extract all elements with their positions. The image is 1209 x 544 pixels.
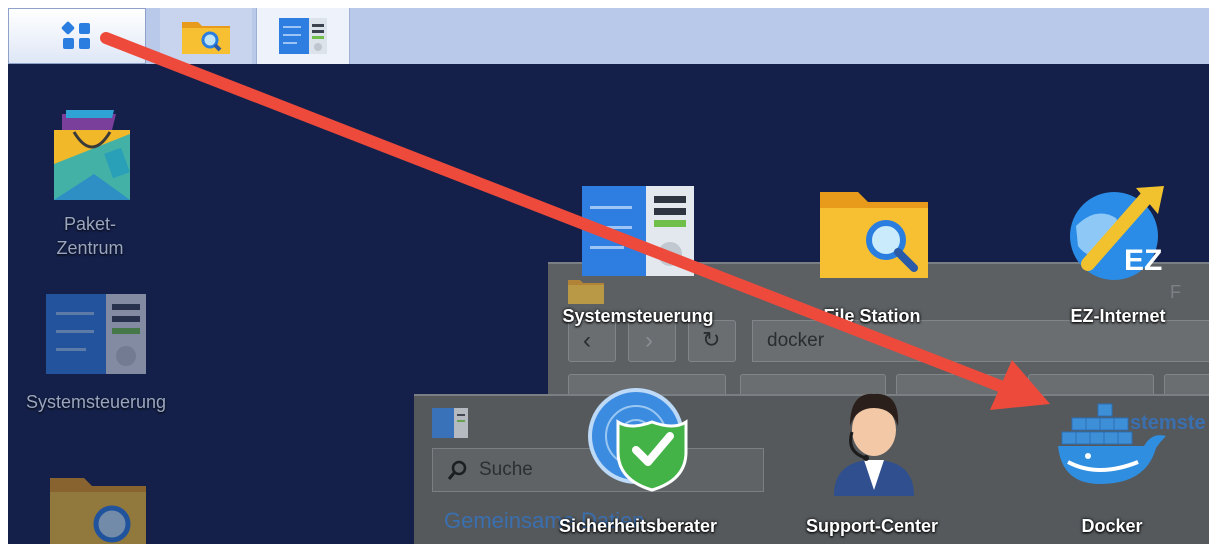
control-panel-icon [46,294,146,374]
main-menu-item-file-station[interactable]: File Station [782,182,962,332]
main-menu-item-label: Systemsteuerung [562,306,714,326]
main-menu-item-docker[interactable]: Docker [1016,386,1208,544]
taskbar-control-panel-button[interactable] [256,8,350,64]
main-menu-item-label: File Station [823,306,921,326]
desktop-shortcut-file-station[interactable] [46,472,156,544]
control-panel-icon [279,18,327,54]
main-menu-icon [61,21,90,49]
label-line-1: Paket- [63,214,117,234]
main-menu-item-support-center[interactable]: Support-Center [782,386,962,544]
label-line-2: Zentrum [56,238,124,258]
docker-icon [1058,403,1166,484]
main-menu-item-control-panel[interactable]: Systemsteuerung [548,182,728,332]
desktop-shortcut-package-center[interactable]: Paket- Zentrum [30,104,138,264]
main-menu-item-label: Support-Center [806,516,938,536]
file-station-icon [820,192,928,278]
taskbar-file-station-button[interactable] [160,8,252,64]
support-center-icon [834,393,914,496]
security-advisor-icon [588,388,688,492]
search-placeholder: Suche [479,459,533,480]
desktop-shortcut-label: Systemsteuerung [25,392,167,412]
search-icon [447,460,467,480]
main-menu-button[interactable] [8,8,146,64]
svg-text:EZ: EZ [1124,244,1162,277]
control-panel-icon [432,408,468,438]
main-menu-item-security-advisor[interactable]: Sicherheitsberater [548,386,728,544]
taskbar [8,8,1209,64]
desktop-shortcut-label: Paket- Zentrum [30,212,150,260]
path-field-value: docker [767,330,825,351]
main-menu-item-ez-internet[interactable]: EZ EZ-Internet [1028,182,1208,332]
desktop: Paket- Zentrum Systemsteuerung F ‹ › ↻ d… [8,64,1209,544]
main-menu-item-label: Docker [1081,516,1143,536]
ez-internet-icon: EZ [1070,186,1164,280]
main-menu-item-label: Sicherheitsberater [558,516,718,536]
main-menu-item-label: EZ-Internet [1070,306,1166,326]
file-station-icon [50,478,146,544]
package-center-icon [54,110,130,200]
desktop-shortcut-control-panel[interactable]: Systemsteuerung [8,290,188,420]
file-station-icon [182,22,230,54]
control-panel-icon [582,186,694,276]
